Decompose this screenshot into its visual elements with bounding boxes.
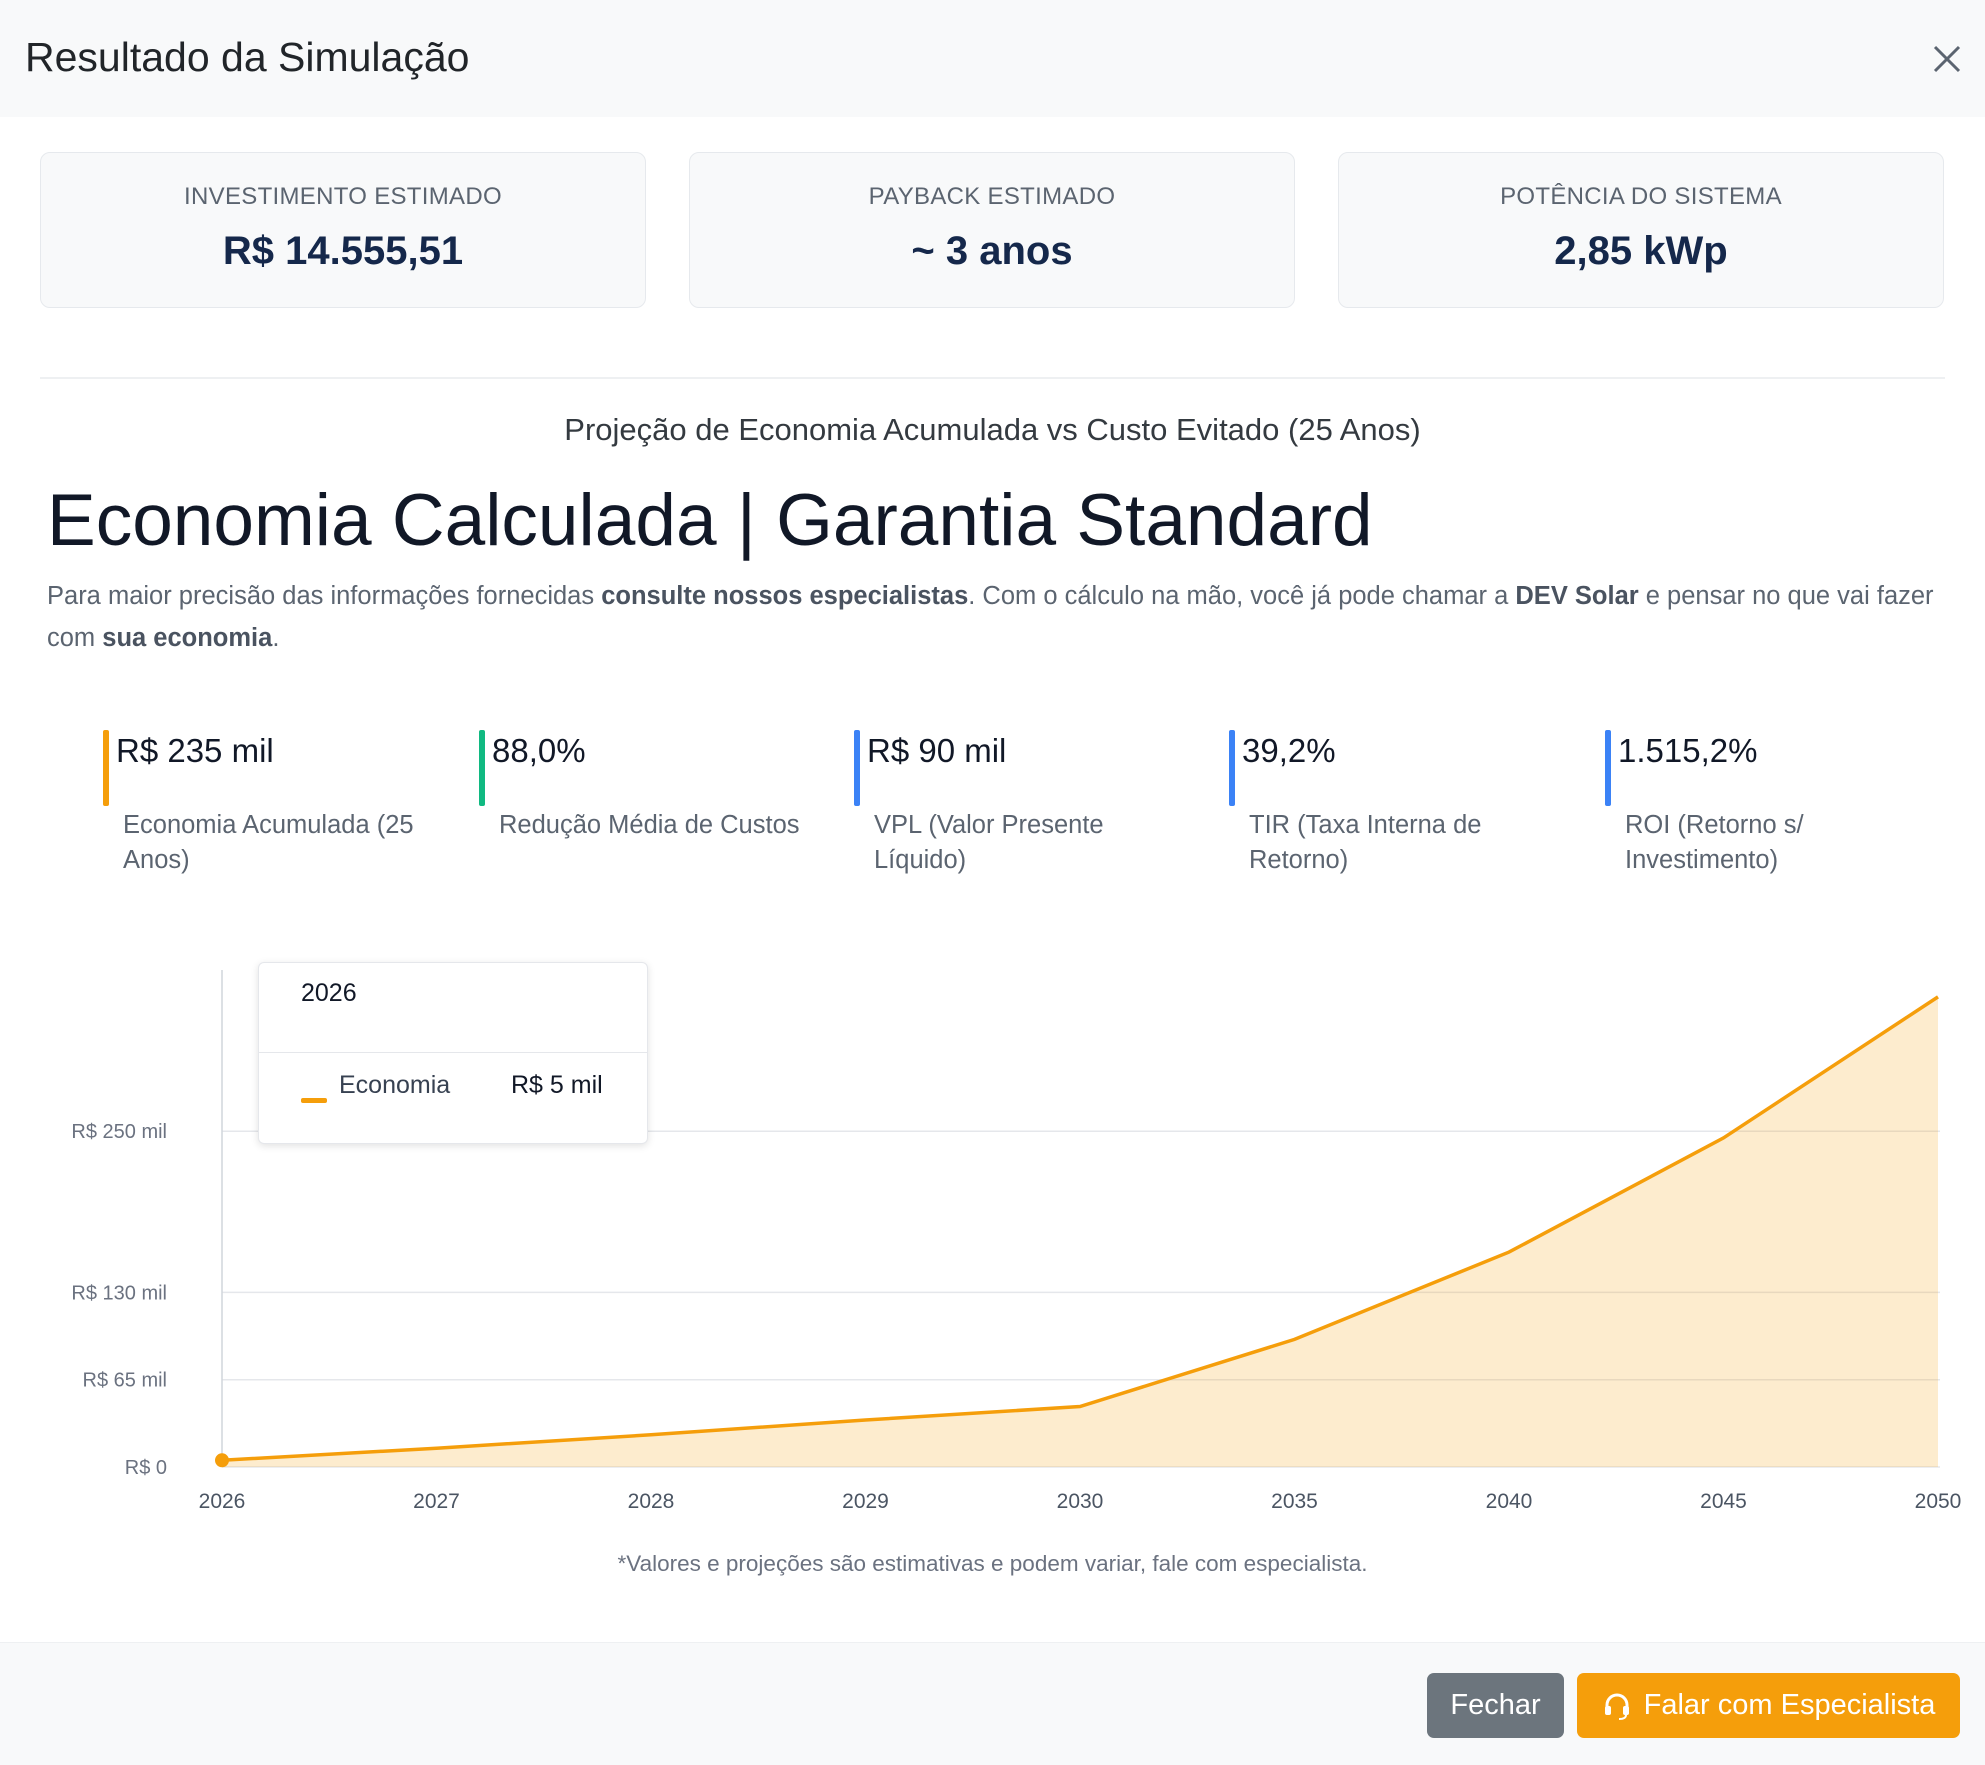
metric-label: Economia Acumulada (25 Anos) — [123, 811, 414, 874]
cta-label: Falar com Especialista — [1643, 1689, 1936, 1721]
card-value: R$ 14.555,51 — [222, 229, 464, 273]
metric-label: TIR (Taxa Interna de Retorno) — [1249, 811, 1482, 874]
talk-to-specialist-button[interactable]: Falar com Especialista — [1577, 1673, 1960, 1738]
system-power-card: POTÊNCIA DO SISTEMA 2,85 kWp — [1338, 152, 1944, 308]
metric-label: Redução Média de Custos — [499, 811, 800, 839]
tooltip-series-swatch — [301, 1098, 327, 1103]
card-label: PAYBACK ESTIMADO — [868, 183, 1116, 210]
tooltip-divider — [259, 1052, 647, 1053]
headset-icon — [1604, 1693, 1629, 1720]
x-tick-label: 2045 — [1700, 1490, 1747, 1513]
metric-label: ROI (Retorno s/ Investimento) — [1625, 811, 1804, 874]
metric-irr: 39,2% TIR (Taxa Interna de Retorno) — [1229, 730, 1569, 890]
y-tick-label: R$ 250 mil — [71, 1121, 167, 1143]
metric-accumulated-savings: R$ 235 mil Economia Acumulada (25 Anos) — [103, 730, 443, 890]
close-modal-button[interactable]: Fechar — [1427, 1673, 1564, 1738]
x-tick-label: 2040 — [1486, 1490, 1533, 1513]
disclaimer: *Valores e projeções são estimativas e p… — [617, 1551, 1368, 1576]
chart-tooltip: 2026 Economia R$ 5 mil — [258, 962, 648, 1144]
metric-accent-bar — [103, 730, 109, 806]
modal-title: Resultado da Simulação — [25, 34, 470, 80]
y-tick-label: R$ 65 mil — [83, 1370, 167, 1392]
metric-value: R$ 90 mil — [867, 732, 1007, 769]
metric-value: 39,2% — [1242, 732, 1336, 769]
metric-label: VPL (Valor Presente Líquido) — [874, 811, 1104, 874]
tooltip-category: 2026 — [301, 979, 357, 1007]
modal-header: Resultado da Simulação — [0, 0, 1985, 117]
chart-section-title: Projeção de Economia Acumulada vs Custo … — [564, 412, 1421, 447]
emphasis-specialists: consulte nossos especialistas — [601, 582, 969, 610]
metric-accent-bar — [1605, 730, 1611, 806]
emphasis-savings: sua economia — [102, 624, 273, 652]
metric-value: 88,0% — [492, 732, 586, 769]
metric-accent-bar — [1229, 730, 1235, 806]
x-tick-label: 2027 — [413, 1490, 460, 1513]
card-value: ~ 3 anos — [911, 229, 1073, 273]
x-tick-label: 2035 — [1271, 1490, 1318, 1513]
card-label: POTÊNCIA DO SISTEMA — [1500, 183, 1782, 210]
card-label: INVESTIMENTO ESTIMADO — [184, 183, 502, 210]
metric-cost-reduction: 88,0% Redução Média de Custos — [479, 730, 819, 890]
y-tick-label: R$ 0 — [125, 1457, 167, 1479]
x-tick-label: 2030 — [1057, 1490, 1104, 1513]
card-value: 2,85 kWp — [1554, 229, 1728, 273]
payback-card: PAYBACK ESTIMADO ~ 3 anos — [689, 152, 1295, 308]
close-icon — [1933, 45, 1961, 73]
close-button[interactable] — [1920, 32, 1974, 86]
y-tick-label: R$ 130 mil — [71, 1282, 167, 1304]
emphasis-company: DEV Solar — [1515, 582, 1639, 610]
x-tick-label: 2028 — [628, 1490, 675, 1513]
metric-value: R$ 235 mil — [116, 732, 274, 769]
tooltip-series-name: Economia — [339, 1071, 451, 1099]
metric-roi: 1.515,2% ROI (Retorno s/ Investimento) — [1605, 730, 1945, 890]
investment-card: INVESTIMENTO ESTIMADO R$ 14.555,51 — [40, 152, 646, 308]
metric-accent-bar — [479, 730, 485, 806]
section-divider — [40, 377, 1945, 379]
metric-value: 1.515,2% — [1618, 732, 1758, 769]
data-point[interactable] — [215, 1453, 229, 1468]
metric-accent-bar — [854, 730, 860, 806]
metric-npv: R$ 90 mil VPL (Valor Presente Líquido) — [854, 730, 1194, 890]
x-tick-label: 2050 — [1915, 1490, 1962, 1513]
x-tick-label: 2026 — [199, 1490, 246, 1513]
headline: Economia Calculada | Garantia Standard — [47, 480, 1373, 561]
tooltip-value: R$ 5 mil — [511, 1071, 603, 1099]
description: Para maior precisão das informações forn… — [47, 582, 1934, 652]
x-tick-label: 2029 — [842, 1490, 889, 1513]
